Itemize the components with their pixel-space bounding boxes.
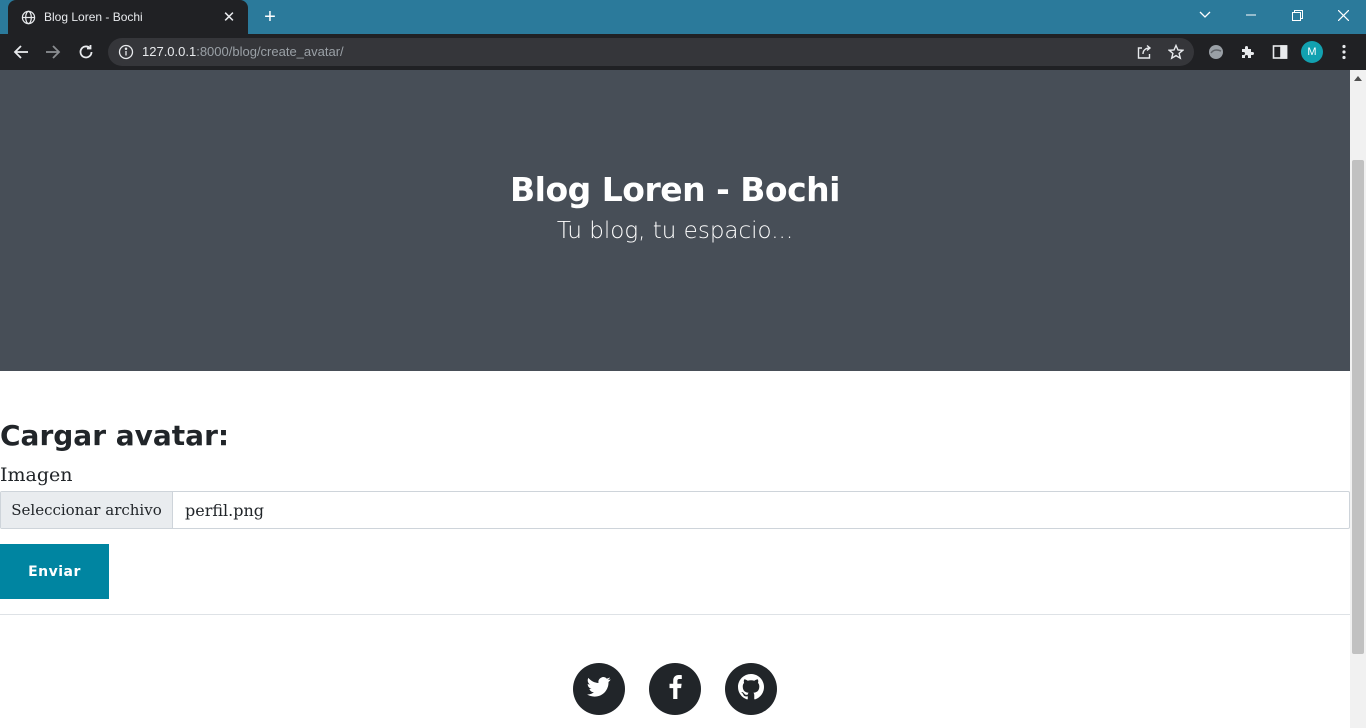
image-file-input[interactable]: Seleccionar archivo perfil.png: [0, 491, 1350, 529]
url-host: 127.0.0.1: [142, 44, 197, 59]
masthead: Blog Loren - Bochi Tu blog, tu espacio..…: [0, 70, 1350, 371]
restore-icon[interactable]: [1274, 0, 1320, 30]
github-icon: [738, 674, 764, 704]
twitter-link[interactable]: [573, 663, 625, 715]
facebook-link[interactable]: [649, 663, 701, 715]
side-panel-icon[interactable]: [1270, 42, 1290, 62]
submit-button[interactable]: Enviar: [0, 544, 109, 599]
browser-tab[interactable]: Blog Loren - Bochi ✕: [8, 0, 248, 34]
tab-search-icon[interactable]: [1182, 0, 1228, 30]
address-bar[interactable]: 127.0.0.1:8000/blog/create_avatar/: [108, 38, 1194, 66]
choose-file-button[interactable]: Seleccionar archivo: [1, 492, 173, 528]
image-field-label: Imagen: [0, 464, 73, 486]
reload-icon[interactable]: [73, 39, 99, 65]
close-window-icon[interactable]: [1320, 0, 1366, 30]
minimize-icon[interactable]: [1228, 0, 1274, 30]
footer-divider: [0, 614, 1350, 615]
facebook-icon: [669, 675, 682, 703]
site-title: Blog Loren - Bochi: [510, 170, 840, 209]
twitter-icon: [587, 677, 611, 701]
globe-icon: [20, 9, 36, 25]
back-icon[interactable]: [8, 39, 34, 65]
menu-kebab-icon[interactable]: [1334, 42, 1354, 62]
scrollbar-thumb[interactable]: [1352, 160, 1364, 654]
url-path: :8000/blog/create_avatar/: [196, 44, 344, 59]
scroll-up-arrow-icon[interactable]: [1350, 70, 1366, 87]
form-heading: Cargar avatar:: [0, 419, 230, 452]
share-icon[interactable]: [1135, 43, 1153, 61]
page-viewport: Blog Loren - Bochi Tu blog, tu espacio..…: [0, 70, 1350, 728]
site-subtitle: Tu blog, tu espacio...: [556, 218, 794, 244]
selected-file-name: perfil.png: [185, 500, 265, 520]
browser-toolbar: 127.0.0.1:8000/blog/create_avatar/ M: [0, 34, 1366, 70]
url-text[interactable]: 127.0.0.1:8000/blog/create_avatar/: [142, 38, 344, 66]
tab-title: Blog Loren - Bochi: [44, 10, 143, 24]
github-link[interactable]: [725, 663, 777, 715]
tab-strip: Blog Loren - Bochi ✕ +: [0, 0, 1366, 34]
forward-icon[interactable]: [40, 39, 66, 65]
extension-icon[interactable]: [1206, 42, 1226, 62]
bookmark-star-icon[interactable]: [1167, 43, 1185, 61]
close-tab-icon[interactable]: ✕: [220, 8, 238, 26]
new-tab-button[interactable]: +: [258, 6, 282, 28]
profile-avatar[interactable]: M: [1301, 41, 1323, 63]
vertical-scrollbar[interactable]: [1350, 70, 1366, 728]
site-info-icon[interactable]: [118, 44, 134, 60]
puzzle-icon[interactable]: [1238, 42, 1258, 62]
